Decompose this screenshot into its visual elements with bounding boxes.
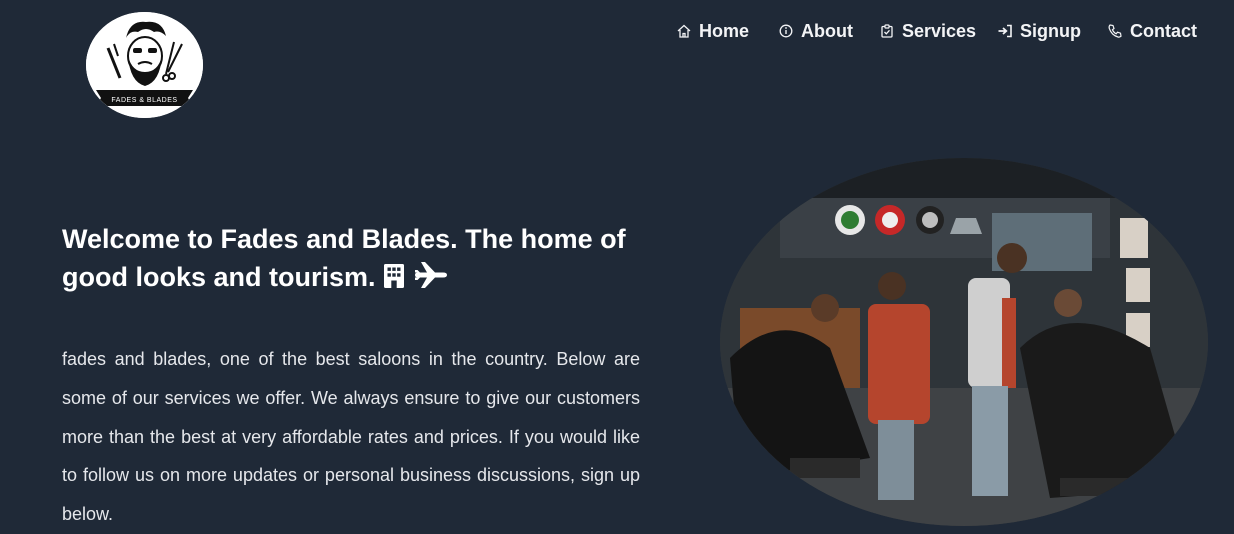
hero-title-text: Welcome to Fades and Blades. The home of… [62,224,626,292]
barbershop-image [720,158,1208,526]
nav-about-label: About [801,20,853,41]
nav-contact[interactable]: Contact [1107,19,1197,43]
nav-contact-label: Contact [1130,20,1197,41]
hero-description: fades and blades, one of the best saloon… [62,349,640,525]
info-icon [779,24,793,38]
sign-in-icon [998,24,1012,38]
nav-about[interactable]: About [778,19,853,43]
phone-icon [1108,24,1122,38]
nav-signup-label: Signup [1020,20,1081,41]
barbershop-photo [720,158,1208,526]
brand-logo[interactable]: FADES & BLADES [86,12,203,118]
clipboard-check-icon [881,24,893,38]
nav-services-label: Services [902,20,977,41]
airplane-icon [414,262,447,288]
barber-logo-icon: FADES & BLADES [86,12,203,118]
building-icon [384,264,405,288]
main-nav: Home About Services Signup Contact [676,19,1197,43]
nav-services[interactable]: Services [879,19,976,43]
nav-home-label: Home [699,20,750,41]
nav-signup[interactable]: Signup [997,19,1081,43]
hero-title: Welcome to Fades and Blades. The home of… [62,220,642,296]
nav-home[interactable]: Home [676,19,749,43]
home-icon [677,24,691,38]
logo-text: FADES & BLADES [111,97,177,104]
